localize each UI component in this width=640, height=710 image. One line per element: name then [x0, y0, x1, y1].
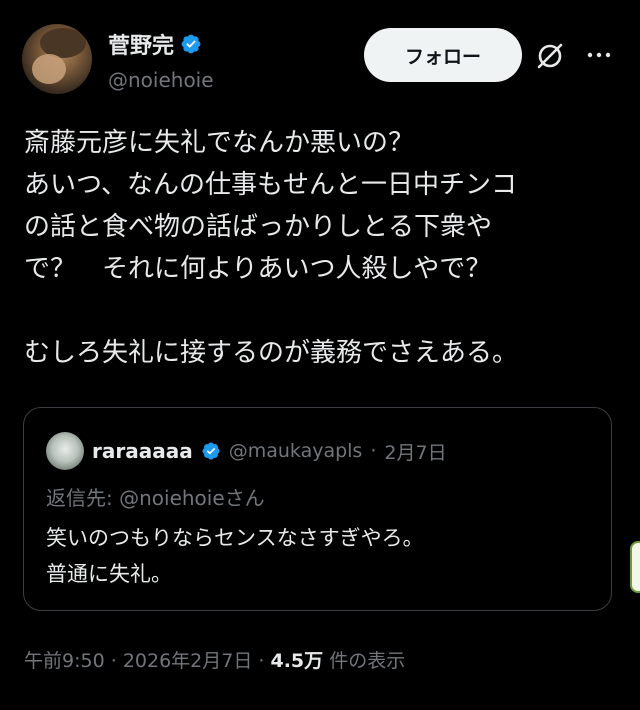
quoted-tweet-line: 笑いのつもりならセンスなさすぎやろ。 [46, 526, 424, 550]
tweet-meta-row: 午前9:50 · 2026年2月7日 · 4.5万 件の表示 [24, 646, 405, 673]
follow-button[interactable]: フォロー [364, 28, 522, 82]
reply-to-prefix: 返信先: [46, 486, 120, 510]
avatar-face-shape [32, 54, 66, 84]
quoted-author-handle[interactable]: @maukayapls [229, 440, 363, 462]
tweet-line: むしろ失礼に接するのが義務でさえある。 [24, 338, 519, 368]
side-edge-tab[interactable] [630, 541, 640, 593]
quoted-author-display-name[interactable]: raraaaaa [92, 439, 193, 463]
tweet-line: あいつ、なんの仕事もせんと一日中チンコ [24, 170, 517, 200]
verified-badge-icon [181, 34, 201, 54]
tweet-line: の話と食べ物の話ばっかりしとる下衆や [24, 212, 493, 242]
grok-icon[interactable] [534, 40, 566, 72]
tweet-line: で？ それに何よりあいつ人殺しやで？ [24, 254, 492, 284]
tweet-text: 斎藤元彦に失礼でなんか悪いの？ あいつ、なんの仕事もせんと一日中チンコ の話と食… [24, 122, 614, 374]
views-label: 件の表示 [329, 650, 406, 672]
quoted-reply-to: 返信先: @noiehoieさん [46, 482, 265, 511]
reply-to-handle[interactable]: @noiehoie [119, 486, 225, 510]
tweet-date[interactable]: 2026年2月7日 [123, 650, 253, 672]
quoted-tweet-text: 笑いのつもりならセンスなさすぎやろ。 普通に失礼。 [46, 520, 424, 592]
quoted-tweet-date[interactable]: 2月7日 [384, 438, 446, 465]
quoted-author-avatar[interactable] [46, 432, 84, 470]
tweet-header: 菅野完 @noiehoie フォロー [22, 24, 618, 100]
quoted-tweet-card[interactable]: raraaaaa @maukayapls · 2月7日 返信先: @noieho… [23, 407, 612, 611]
more-options-icon[interactable] [584, 40, 614, 70]
tweet-time[interactable]: 午前9:50 [24, 650, 105, 672]
meta-separator: · [110, 650, 117, 672]
quoted-tweet-header: raraaaaa @maukayapls · 2月7日 [46, 432, 447, 470]
meta-separator: · [258, 650, 265, 672]
tweet-line: 斎藤元彦に失礼でなんか悪いの？ [24, 128, 415, 158]
author-handle[interactable]: @noiehoie [108, 68, 214, 92]
author-name-row: 菅野完 [108, 28, 202, 60]
views-count[interactable]: 4.5万 [270, 650, 323, 672]
quoted-meta-separator: · [370, 440, 377, 462]
author-avatar[interactable] [22, 24, 92, 94]
quoted-verified-badge-icon [202, 442, 220, 460]
quoted-tweet-line: 普通に失礼。 [46, 562, 172, 586]
author-display-name[interactable]: 菅野完 [108, 28, 174, 60]
reply-to-suffix: さん [224, 486, 265, 510]
